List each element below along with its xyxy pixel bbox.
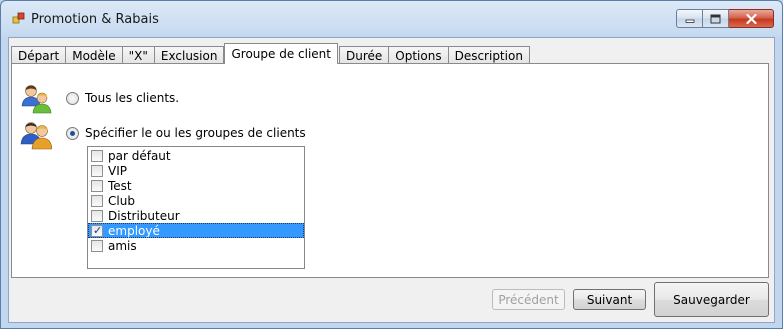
- list-item-label: Distributeur: [108, 208, 180, 223]
- application-window: Promotion & Rabais Départ Modèle "X" Exc…: [0, 0, 783, 329]
- tab-description[interactable]: Description: [447, 46, 530, 64]
- maximize-icon: [710, 14, 721, 23]
- maximize-button[interactable]: [703, 9, 729, 28]
- minimize-icon: [685, 19, 694, 23]
- title-bar[interactable]: Promotion & Rabais: [1, 1, 782, 37]
- specific-groups-option[interactable]: Spécifier le ou les groupes de clients: [66, 126, 306, 140]
- checkbox[interactable]: [91, 194, 103, 207]
- specific-groups-label: Spécifier le ou les groupes de clients: [85, 126, 306, 140]
- previous-button[interactable]: Précédent: [492, 289, 565, 310]
- checkbox[interactable]: [91, 239, 103, 252]
- list-item[interactable]: VIP: [88, 163, 304, 178]
- list-item[interactable]: par défaut: [88, 148, 304, 163]
- tab-x[interactable]: "X": [121, 46, 155, 64]
- list-item[interactable]: amis: [88, 238, 304, 253]
- list-item[interactable]: ✓ employé: [88, 223, 304, 238]
- list-item[interactable]: Test: [88, 178, 304, 193]
- list-item-label: employé: [108, 223, 160, 238]
- specific-groups-radio[interactable]: [66, 126, 79, 140]
- caption-buttons: [676, 9, 774, 29]
- tab-options[interactable]: Options: [388, 46, 449, 64]
- close-icon: [745, 13, 757, 24]
- list-item[interactable]: Club: [88, 193, 304, 208]
- tab-depart[interactable]: Départ: [11, 46, 67, 64]
- users-group-icon: [21, 85, 52, 114]
- close-button[interactable]: [729, 9, 774, 28]
- all-clients-option[interactable]: Tous les clients.: [66, 91, 179, 105]
- all-clients-radio[interactable]: [66, 91, 79, 105]
- checkbox[interactable]: ✓: [91, 223, 103, 237]
- tab-modele[interactable]: Modèle: [65, 46, 123, 64]
- minimize-button[interactable]: [676, 9, 703, 28]
- save-button[interactable]: Sauvegarder: [654, 282, 769, 317]
- tab-panel-groupe-de-client: Tous les clients. Spécifier le ou les gr…: [11, 63, 769, 278]
- list-item-label: VIP: [108, 163, 127, 178]
- list-item-label: Club: [108, 193, 135, 208]
- client-groups-checklist[interactable]: par défaut VIP Test Club Distributeur ✓ …: [87, 146, 305, 269]
- list-item-label: Test: [108, 178, 132, 193]
- tab-groupe-de-client[interactable]: Groupe de client: [224, 43, 338, 64]
- app-icon: [12, 12, 25, 24]
- list-item-label: par défaut: [108, 148, 171, 163]
- checkbox[interactable]: [91, 179, 103, 192]
- list-item-label: amis: [108, 238, 137, 253]
- checkbox[interactable]: [91, 209, 103, 222]
- tab-exclusion[interactable]: Exclusion: [153, 46, 225, 64]
- tab-strip: Départ Modèle "X" Exclusion Groupe de cl…: [11, 43, 530, 64]
- checkbox[interactable]: [91, 164, 103, 177]
- users-group-select-icon: [20, 122, 52, 150]
- window-title: Promotion & Rabais: [31, 12, 159, 27]
- next-button[interactable]: Suivant: [573, 289, 646, 310]
- client-area: Départ Modèle "X" Exclusion Groupe de cl…: [8, 37, 775, 323]
- all-clients-label: Tous les clients.: [85, 91, 180, 105]
- checkbox[interactable]: [91, 149, 103, 162]
- check-icon: ✓: [93, 223, 103, 237]
- tab-duree[interactable]: Durée: [338, 46, 390, 64]
- list-item[interactable]: Distributeur: [88, 208, 304, 223]
